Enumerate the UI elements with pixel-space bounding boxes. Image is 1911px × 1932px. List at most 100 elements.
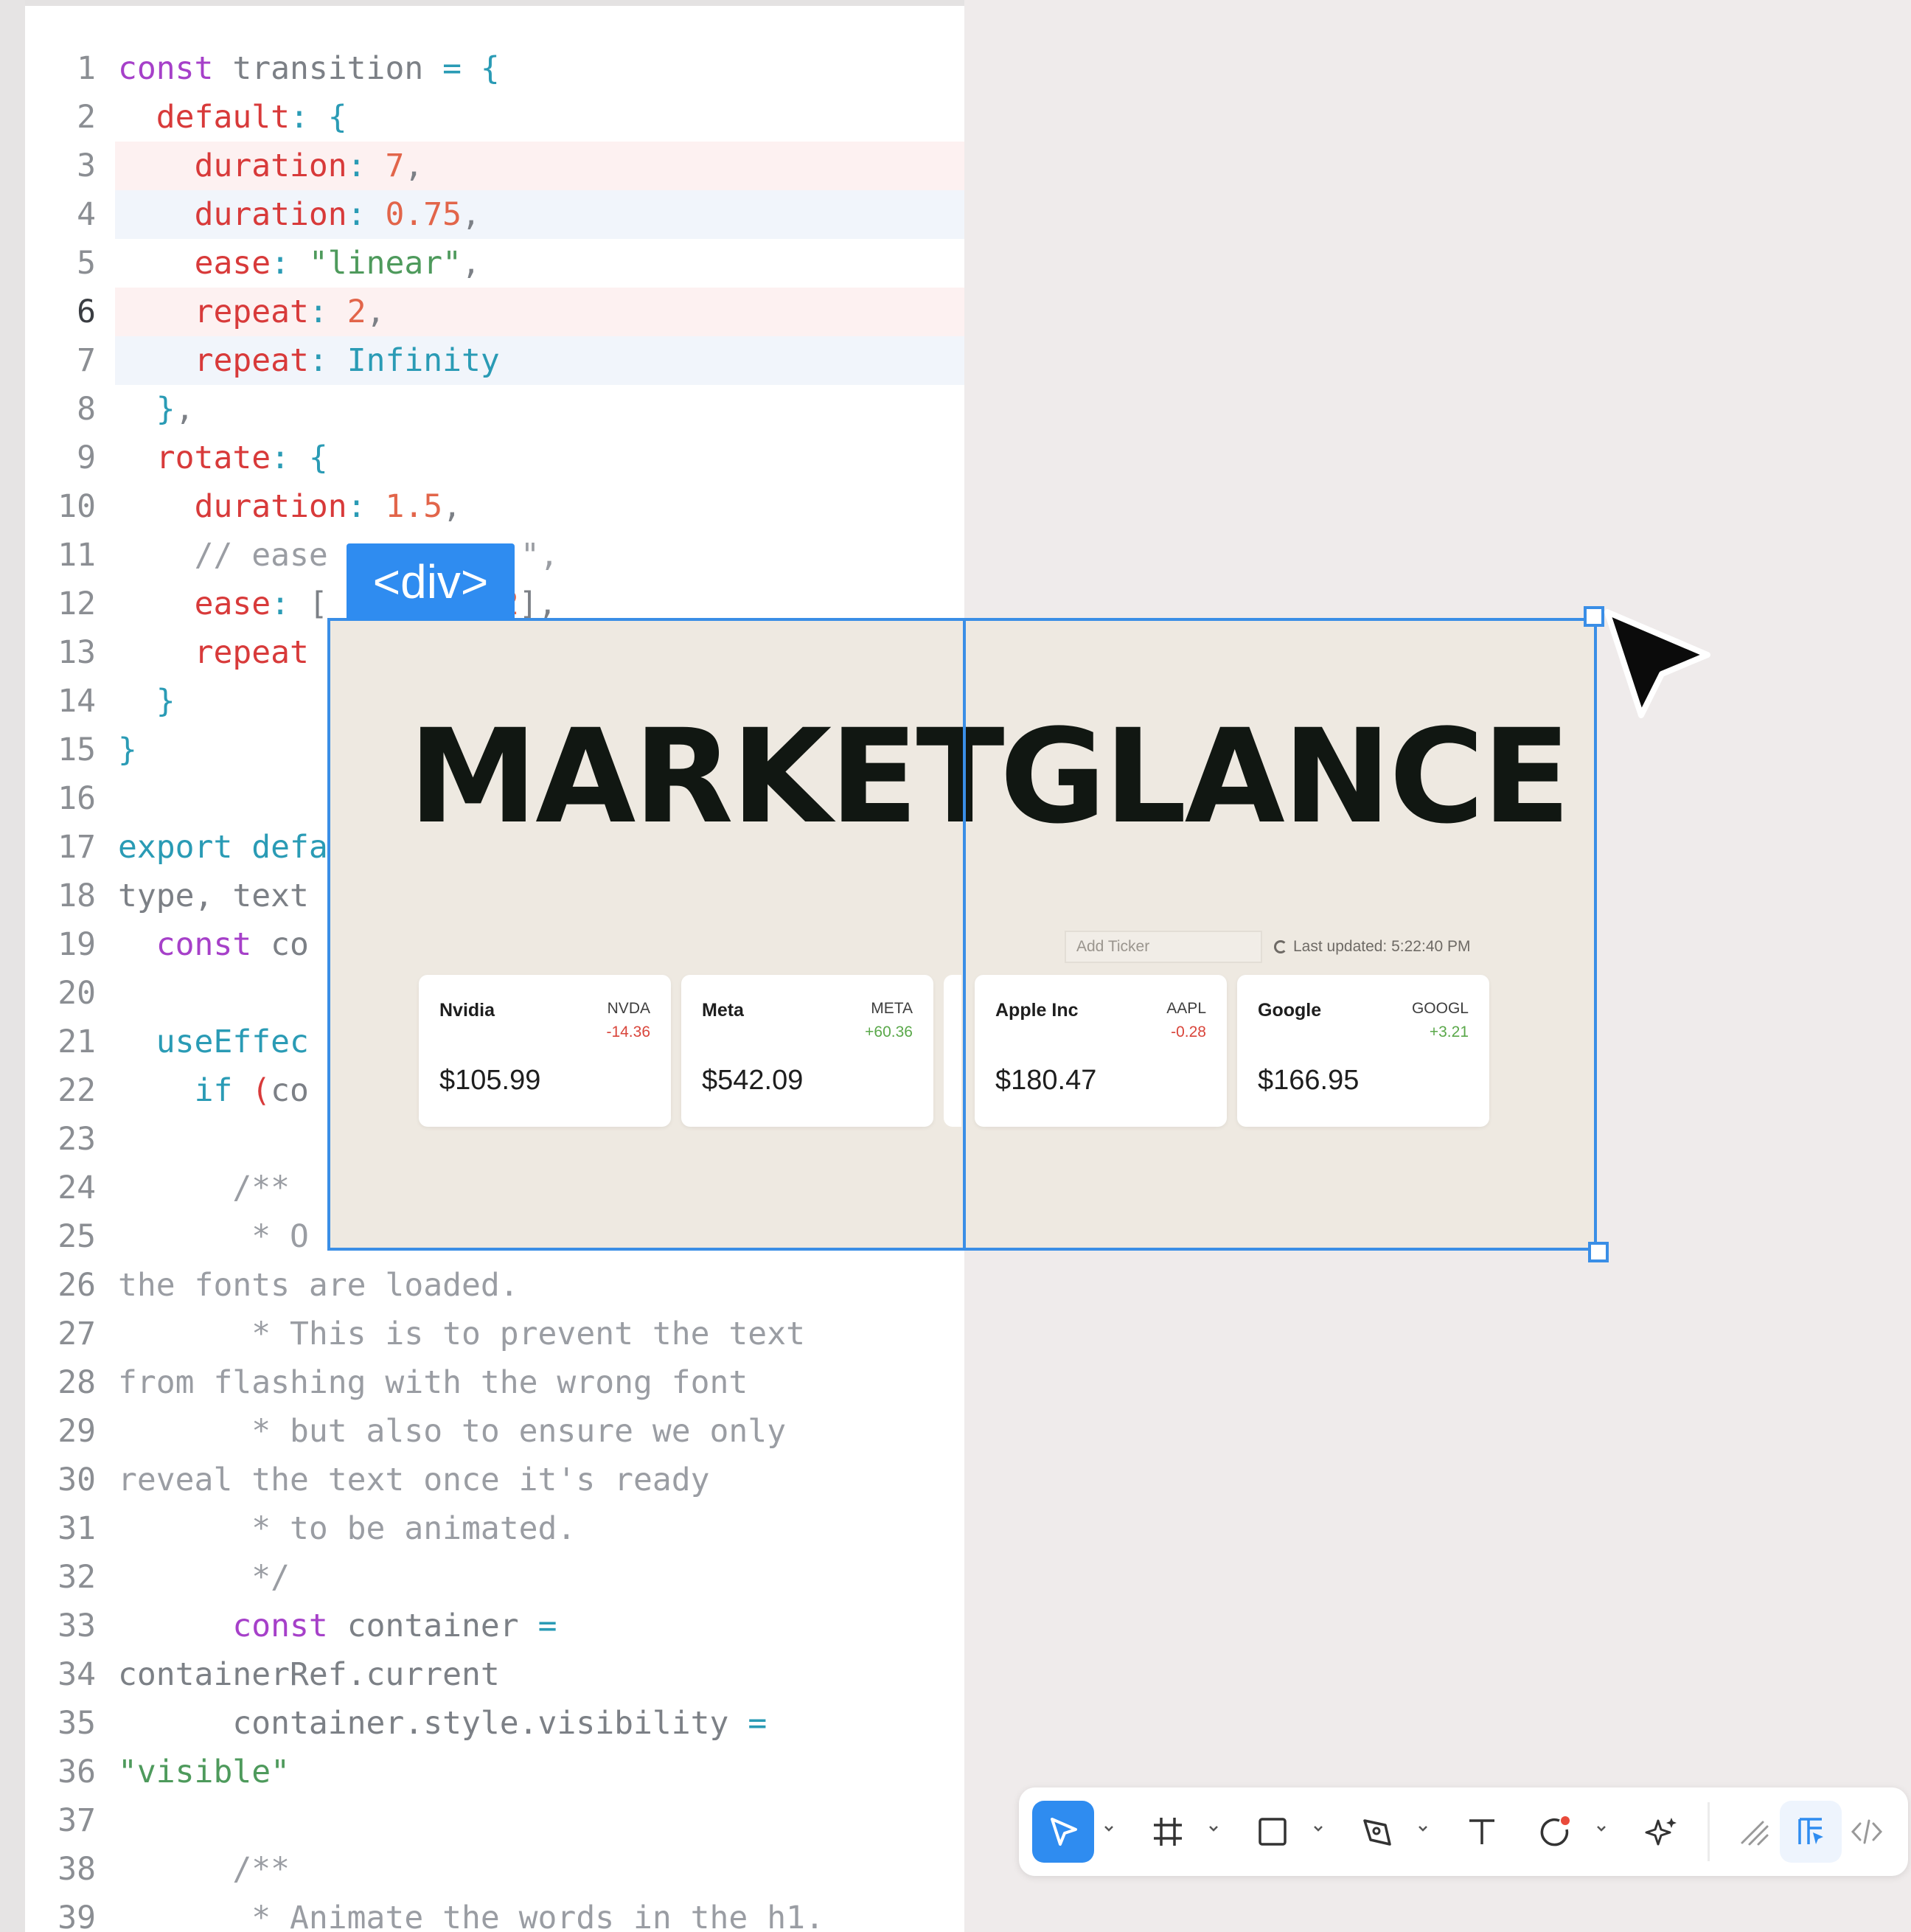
code-line[interactable]: 38 /** (25, 1845, 964, 1894)
stock-change: -0.28 (1171, 1024, 1206, 1040)
rectangle-tool-icon[interactable] (1242, 1801, 1303, 1863)
code-text: useEffec (156, 1024, 309, 1060)
code-line[interactable]: 32 */ (25, 1553, 964, 1602)
code-text: duration: 7, (194, 147, 424, 184)
line-number: 5 (77, 245, 96, 282)
design-mode-icon[interactable] (1780, 1801, 1842, 1863)
code-line[interactable]: 37 (25, 1796, 964, 1845)
design-toolbar (1019, 1787, 1908, 1876)
stock-price: $180.47 (995, 1065, 1097, 1096)
line-number: 31 (58, 1510, 96, 1547)
code-line[interactable]: 5 ease: "linear", (25, 239, 964, 288)
chevron-down-icon[interactable] (1206, 1821, 1221, 1836)
stock-card-apple[interactable]: Apple Inc AAPL -0.28 $180.47 (975, 975, 1227, 1127)
line-number: 7 (77, 342, 96, 379)
left-edge (0, 0, 25, 1932)
stock-price: $542.09 (702, 1065, 804, 1096)
code-text: const co (156, 926, 309, 963)
stock-price: $166.95 (1258, 1065, 1360, 1096)
ai-sparkle-icon[interactable] (1631, 1801, 1693, 1863)
frame-tool-icon[interactable] (1137, 1801, 1199, 1863)
select-tool-icon[interactable] (1032, 1801, 1094, 1863)
code-line[interactable]: 9 rotate: { (25, 434, 964, 482)
code-text: * This is to prevent the text (251, 1316, 805, 1352)
line-number: 38 (58, 1851, 96, 1888)
line-number: 4 (77, 196, 96, 233)
line-number: 13 (58, 634, 96, 671)
code-text: * Animate the words in the h1. (251, 1900, 824, 1932)
code-line[interactable]: 7 repeat: Infinity (25, 336, 964, 385)
line-number: 25 (58, 1218, 96, 1255)
stock-card-google[interactable]: Google GOOGL +3.21 $166.95 (1237, 975, 1489, 1127)
code-text: const container = (232, 1608, 557, 1644)
stock-change: +60.36 (865, 1024, 913, 1040)
chevron-down-icon[interactable] (1416, 1821, 1430, 1836)
code-line[interactable]: 29 * but also to ensure we only (25, 1407, 964, 1456)
chevron-down-icon[interactable] (1311, 1821, 1326, 1836)
refresh-icon[interactable] (1274, 940, 1287, 954)
code-line[interactable]: 1 const transition = { (25, 44, 964, 93)
stock-card-meta[interactable]: Meta META +60.36 $542.09 (681, 975, 933, 1127)
code-line[interactable]: 6 repeat: 2, (25, 288, 964, 336)
code-text: export defa (118, 829, 328, 866)
code-text: duration: 0.75, (194, 196, 481, 233)
code-text: if (co (194, 1072, 309, 1109)
code-text: ease: "linear", (194, 245, 481, 282)
stock-card-partial (944, 975, 961, 1127)
code-line[interactable]: 4 duration: 0.75, (25, 190, 964, 239)
code-line[interactable]: 2 default: { (25, 93, 964, 142)
stock-card-nvidia[interactable]: Nvidia NVDA -14.36 $105.99 (419, 975, 671, 1127)
code-text: } (118, 732, 137, 768)
line-number: 12 (58, 585, 96, 622)
stock-name: Apple Inc (995, 1000, 1079, 1021)
headline-market: MARKET (408, 701, 1005, 852)
code-text: } (156, 683, 175, 720)
line-number: 29 (58, 1413, 96, 1450)
line-number: 39 (58, 1900, 96, 1932)
code-line[interactable]: 28 from flashing with the wrong font (25, 1358, 964, 1407)
line-number: 32 (58, 1559, 96, 1596)
line-number: 24 (58, 1170, 96, 1206)
draw-mode-icon[interactable] (1724, 1801, 1786, 1863)
code-line[interactable]: 39 * Animate the words in the h1. (25, 1894, 964, 1932)
line-number: 11 (58, 537, 96, 574)
line-number: 2 (77, 99, 96, 136)
line-number: 9 (77, 439, 96, 476)
headline-glance: GLANCE (1000, 701, 1571, 852)
chevron-down-icon[interactable] (1101, 1821, 1116, 1836)
code-line[interactable]: 31 * to be animated. (25, 1504, 964, 1553)
code-text: the fonts are loaded. (118, 1267, 519, 1304)
line-number: 18 (58, 878, 96, 914)
code-line[interactable]: 34 containerRef.current (25, 1650, 964, 1699)
line-number: 19 (58, 926, 96, 963)
code-line[interactable]: 33 const container = (25, 1602, 964, 1650)
line-number: 36 (58, 1754, 96, 1790)
pen-tool-icon[interactable] (1346, 1801, 1408, 1863)
code-line[interactable]: 3 duration: 7, (25, 142, 964, 190)
code-text: * but also to ensure we only (251, 1413, 787, 1450)
line-number: 6 (77, 293, 96, 330)
resize-handle-bottom-right[interactable] (1588, 1242, 1609, 1262)
shape-tool-icon[interactable] (1525, 1801, 1587, 1863)
code-mode-icon[interactable] (1836, 1801, 1898, 1863)
text-tool-icon[interactable] (1451, 1801, 1513, 1863)
code-line[interactable]: 30 reveal the text once it's ready (25, 1456, 964, 1504)
code-text: /** (232, 1851, 290, 1888)
stock-name: Nvidia (439, 1000, 495, 1021)
code-line[interactable]: 36 "visible" (25, 1748, 964, 1796)
code-line[interactable]: 8 }, (25, 385, 964, 434)
stock-change: +3.21 (1429, 1024, 1469, 1040)
line-number: 21 (58, 1024, 96, 1060)
code-line[interactable]: 26 the fonts are loaded. (25, 1261, 964, 1310)
code-text: rotate: { (156, 439, 328, 476)
line-number: 35 (58, 1705, 96, 1742)
line-number: 20 (58, 975, 96, 1012)
chevron-down-icon[interactable] (1594, 1821, 1609, 1836)
line-number: 8 (77, 391, 96, 428)
add-ticker-input[interactable]: Add Ticker (1065, 931, 1262, 963)
code-line[interactable]: 27 * This is to prevent the text (25, 1310, 964, 1358)
code-line[interactable]: 10 duration: 1.5, (25, 482, 964, 531)
code-text: default: { (156, 99, 347, 136)
code-line[interactable]: 35 container.style.visibility = (25, 1699, 964, 1748)
line-number: 10 (58, 488, 96, 525)
